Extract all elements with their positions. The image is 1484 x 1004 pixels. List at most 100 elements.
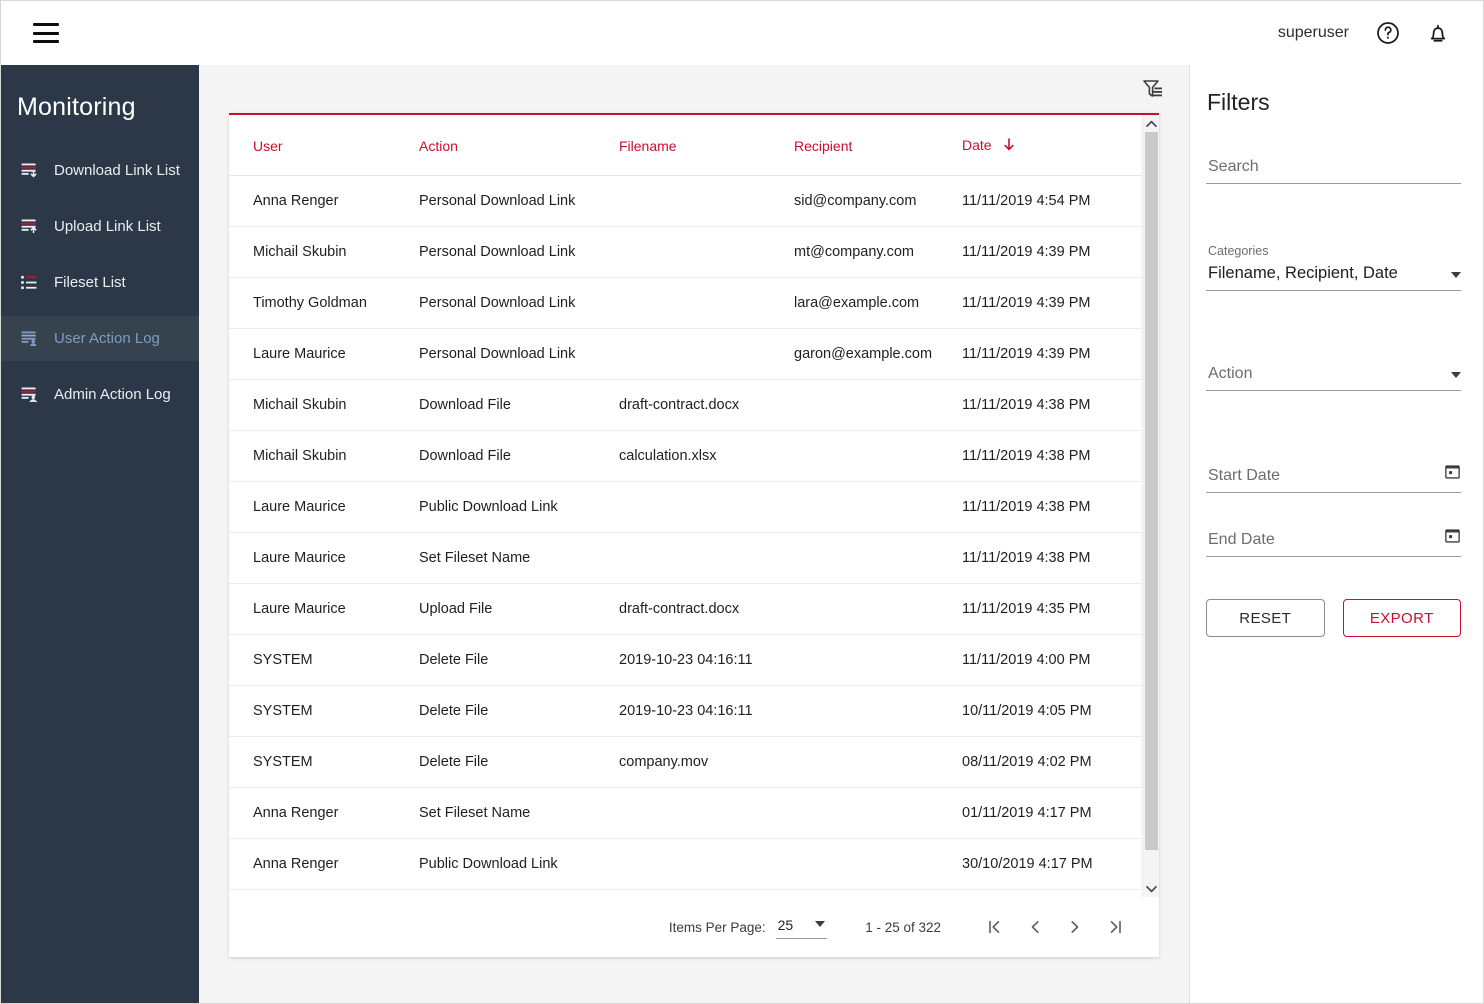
table-row[interactable]: Laure Maurice Set Fileset Name 11/11/201… <box>229 532 1159 584</box>
cell-date: 11/11/2019 4:38 PM <box>962 481 1159 533</box>
application-window: superuser Monitoring Download Link List … <box>0 0 1484 1004</box>
table-row[interactable]: Anna Renger Upload File report.pdf 30/10… <box>229 889 1159 897</box>
sidebar-item-admin-action-log[interactable]: Admin Action Log <box>1 372 199 417</box>
cell-recipient <box>794 838 962 890</box>
bell-icon[interactable] <box>1423 18 1453 48</box>
sidebar-item-label: Download Link List <box>54 162 180 179</box>
action-select[interactable]: Action <box>1206 365 1461 391</box>
cell-filename: 2019-10-23 04:16:11 <box>619 685 794 737</box>
column-header-filename[interactable]: Filename <box>619 115 794 176</box>
cell-action: Upload File <box>419 583 619 635</box>
table-vertical-scrollbar[interactable] <box>1142 115 1159 897</box>
filters-title: Filters <box>1207 89 1270 115</box>
chevron-down-icon <box>815 921 826 927</box>
export-button[interactable]: EXPORT <box>1342 599 1461 637</box>
cell-date: 11/11/2019 4:38 PM <box>962 379 1159 431</box>
next-page-icon[interactable] <box>1055 907 1095 947</box>
cell-user: Michail Skubin <box>229 379 419 431</box>
cell-filename: draft-contract.docx <box>619 583 794 635</box>
table-row[interactable]: SYSTEM Delete File 2019-10-23 04:16:11 1… <box>229 634 1159 686</box>
cell-user: Timothy Goldman <box>229 277 419 329</box>
cell-date: 08/11/2019 4:02 PM <box>962 736 1159 788</box>
cell-recipient <box>794 634 962 686</box>
cell-action: Download File <box>419 379 619 431</box>
hamburger-menu-icon[interactable] <box>33 23 59 43</box>
table-row[interactable]: Anna Renger Set Fileset Name 01/11/2019 … <box>229 787 1159 839</box>
table-row[interactable]: Anna Renger Personal Download Link sid@c… <box>229 175 1159 227</box>
table-row[interactable]: Michail Skubin Personal Download Link mt… <box>229 226 1159 278</box>
table-row[interactable]: Michail Skubin Download File calculation… <box>229 430 1159 482</box>
cell-filename <box>619 277 794 329</box>
cell-user: SYSTEM <box>229 736 419 788</box>
column-header-user[interactable]: User <box>229 115 419 176</box>
cell-date: 30/10/2019 4:16 PM <box>962 889 1159 897</box>
table-row[interactable]: Laure Maurice Personal Download Link gar… <box>229 328 1159 380</box>
categories-label: Categories <box>1208 244 1269 258</box>
cell-action: Delete File <box>419 736 619 788</box>
filter-funnel-icon[interactable] <box>1139 75 1167 103</box>
cell-date: 10/11/2019 4:05 PM <box>962 685 1159 737</box>
table-row[interactable]: SYSTEM Delete File 2019-10-23 04:16:11 1… <box>229 685 1159 737</box>
main-content-area: User Action Filename Recipient Date Anna… <box>199 65 1189 1003</box>
sidebar-item-user-action-log[interactable]: User Action Log <box>1 316 199 361</box>
chevron-down-icon <box>1451 372 1461 378</box>
start-date-input[interactable]: Start Date <box>1206 463 1461 493</box>
sidebar-item-upload-link-list[interactable]: Upload Link List <box>1 204 199 249</box>
column-header-action[interactable]: Action <box>419 115 619 176</box>
column-header-recipient[interactable]: Recipient <box>794 115 962 176</box>
cell-filename <box>619 532 794 584</box>
scroll-up-arrow-icon[interactable] <box>1143 115 1159 132</box>
first-page-icon[interactable] <box>975 907 1015 947</box>
cell-action: Personal Download Link <box>419 226 619 278</box>
cell-action: Delete File <box>419 685 619 737</box>
table-row[interactable]: SYSTEM Delete File company.mov 08/11/201… <box>229 736 1159 788</box>
cell-date: 11/11/2019 4:39 PM <box>962 328 1159 380</box>
end-date-input[interactable]: End Date <box>1206 527 1461 557</box>
table-row[interactable]: Timothy Goldman Personal Download Link l… <box>229 277 1159 329</box>
categories-select[interactable]: Categories Filename, Recipient, Date <box>1206 244 1461 291</box>
table-row[interactable]: Anna Renger Public Download Link 30/10/2… <box>229 838 1159 890</box>
sidebar-item-download-link-list[interactable]: Download Link List <box>1 148 199 193</box>
table-row[interactable]: Laure Maurice Public Download Link 11/11… <box>229 481 1159 533</box>
action-placeholder: Action <box>1208 365 1253 382</box>
items-per-page-label: Items Per Page: <box>668 919 766 935</box>
help-circle-icon[interactable] <box>1373 18 1403 48</box>
cell-filename <box>619 175 794 227</box>
user-action-log-card: User Action Filename Recipient Date Anna… <box>229 113 1159 957</box>
items-per-page-select[interactable]: 25 <box>775 915 828 939</box>
column-header-date[interactable]: Date <box>962 115 1159 176</box>
table-row[interactable]: Michail Skubin Download File draft-contr… <box>229 379 1159 431</box>
cell-user: Michail Skubin <box>229 226 419 278</box>
cell-recipient: mt@company.com <box>794 226 962 278</box>
scroll-down-arrow-icon[interactable] <box>1143 880 1159 897</box>
cell-recipient: garon@example.com <box>794 328 962 380</box>
sidebar-item-fileset-list[interactable]: Fileset List <box>1 260 199 305</box>
cell-date: 30/10/2019 4:17 PM <box>962 838 1159 890</box>
cell-recipient <box>794 889 962 897</box>
last-page-icon[interactable] <box>1095 907 1135 947</box>
calendar-icon[interactable] <box>1444 527 1461 549</box>
cell-filename: report.pdf <box>619 889 794 897</box>
cell-action: Personal Download Link <box>419 328 619 380</box>
cell-date: 11/11/2019 4:38 PM <box>962 430 1159 482</box>
cell-date: 11/11/2019 4:39 PM <box>962 277 1159 329</box>
start-date-placeholder: Start Date <box>1208 467 1281 484</box>
cell-filename: 2019-10-23 04:16:11 <box>619 634 794 686</box>
table-row[interactable]: Laure Maurice Upload File draft-contract… <box>229 583 1159 635</box>
search-input[interactable]: Search <box>1206 158 1461 184</box>
table-header-row: User Action Filename Recipient Date <box>229 115 1159 176</box>
sidebar-item-label: Fileset List <box>54 274 126 291</box>
previous-page-icon[interactable] <box>1015 907 1055 947</box>
cell-action: Personal Download Link <box>419 277 619 329</box>
top-header-bar: superuser <box>1 1 1483 65</box>
reset-button[interactable]: RESET <box>1206 599 1325 637</box>
sidebar-item-label: Upload Link List <box>54 218 161 235</box>
search-placeholder: Search <box>1208 158 1259 175</box>
scrollbar-thumb[interactable] <box>1145 132 1158 850</box>
calendar-icon[interactable] <box>1444 463 1461 485</box>
content-toolbar <box>199 65 1189 113</box>
cell-date: 01/11/2019 4:17 PM <box>962 787 1159 839</box>
cell-recipient <box>794 532 962 584</box>
